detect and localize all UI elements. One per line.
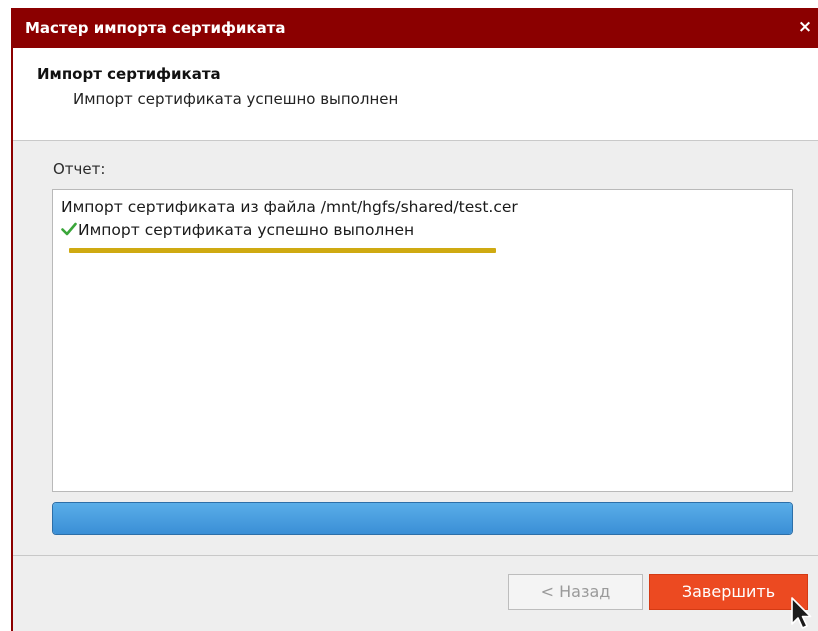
close-icon[interactable]: ×: [796, 16, 814, 38]
wizard-header: Импорт сертификата Импорт сертификата ус…: [13, 48, 818, 141]
page-subtitle: Импорт сертификата успешно выполнен: [73, 90, 399, 108]
window-titlebar[interactable]: Мастер импорта сертификата ×: [13, 8, 818, 48]
report-line-text: Импорт сертификата успешно выполнен: [78, 221, 415, 239]
report-label: Отчет:: [53, 160, 106, 178]
report-line-text: Импорт сертификата из файла /mnt/hgfs/sh…: [61, 198, 518, 216]
checkmark-icon: [61, 222, 77, 236]
back-button[interactable]: < Назад: [508, 574, 643, 610]
page-title: Импорт сертификата: [37, 65, 221, 83]
progress-fill: [53, 503, 792, 534]
report-line-success: Импорт сертификата успешно выполнен: [61, 221, 414, 239]
progress-bar: [52, 502, 793, 535]
report-textarea[interactable]: Импорт сертификата из файла /mnt/hgfs/sh…: [52, 189, 793, 492]
report-line-source: Импорт сертификата из файла /mnt/hgfs/sh…: [61, 198, 518, 216]
window-title: Мастер импорта сертификата: [25, 19, 286, 37]
import-wizard-window: Мастер импорта сертификата × Импорт серт…: [11, 8, 818, 631]
mouse-cursor-icon: [791, 597, 812, 629]
finish-button[interactable]: Завершить: [649, 574, 808, 610]
highlight-underline: [69, 248, 496, 253]
footer-divider: [13, 555, 818, 556]
